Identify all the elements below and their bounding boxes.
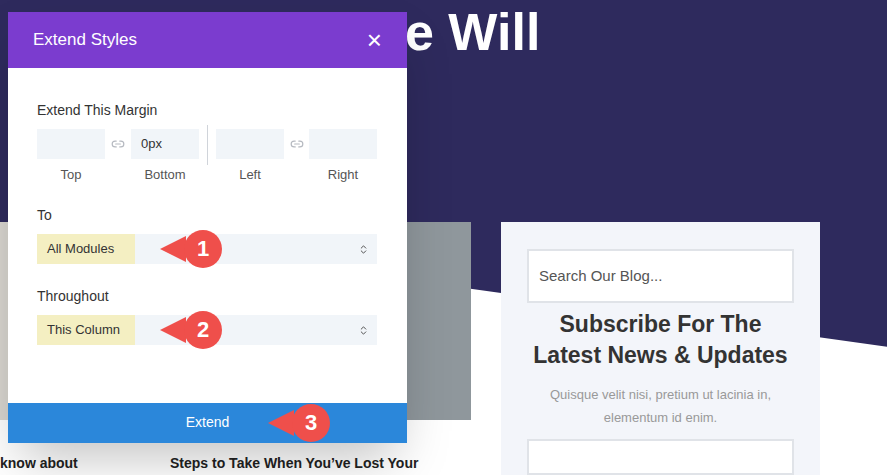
margin-label: Top [61,165,82,185]
margin-field: 0px Bottom [131,129,199,185]
post-title: know about [0,453,155,474]
extend-styles-dialog: Extend Styles × Extend This Margin Top 0px Bo… [8,12,407,443]
search-input[interactable]: Search Our Blog... [527,249,794,303]
dialog-title: Extend Styles [33,27,137,53]
margin-label: Left [239,165,261,185]
dialog-header: Extend Styles × [8,12,407,68]
select-arrows-icon [358,325,369,336]
margin-field: Left [216,129,284,185]
margin-input[interactable] [309,129,377,159]
select-label: Throughout [37,286,378,307]
margin-input[interactable]: 0px [131,129,199,159]
margin-label: Bottom [144,165,185,185]
step-callout: 2 [160,311,222,349]
link-icon [290,137,304,151]
select-group: Throughout This Column2 [37,286,378,345]
margin-field: Top [37,129,105,185]
select-label: To [37,205,378,226]
link-toggle[interactable] [284,129,309,159]
divider [199,129,216,185]
extend-button[interactable]: Extend3 [8,403,407,443]
link-toggle[interactable] [105,129,131,159]
select[interactable]: All Modules1 [37,234,377,264]
hero-heading: e Will [405,0,887,64]
step-callout: 3 [268,404,330,442]
subscribe-text: Quisque velit nisi, pretium ut lacinia i… [536,383,786,429]
subscribe-title: Subscribe For The Latest News & Updates [527,309,794,371]
margin-input[interactable] [37,129,105,159]
margin-fields: Top 0px Bottom Left Right [37,129,377,185]
link-icon [111,137,125,151]
callout-arrow-icon [160,311,222,349]
post-title: Steps to Take When You’ve Lost Your [170,453,471,474]
margin-field: Right [309,129,377,185]
step-callout: 1 [160,230,222,268]
select-arrows-icon [358,244,369,255]
select-group: To All Modules1 [37,205,378,264]
callout-arrow-icon [268,404,330,442]
close-button[interactable]: × [367,27,382,53]
dialog-body: Extend This MarginTop0pxBottomLeftRightT… [8,68,407,403]
app: e Will know about Steps to Take When You’v… [0,0,887,475]
sidebar-card: Search Our Blog... Subscribe For The Late… [501,222,820,475]
margin-label: Extend This Margin [37,100,378,121]
email-input[interactable] [527,439,794,475]
margin-label: Right [328,165,358,185]
callout-arrow-icon [160,230,222,268]
select[interactable]: This Column2 [37,315,377,345]
margin-input[interactable] [216,129,284,159]
